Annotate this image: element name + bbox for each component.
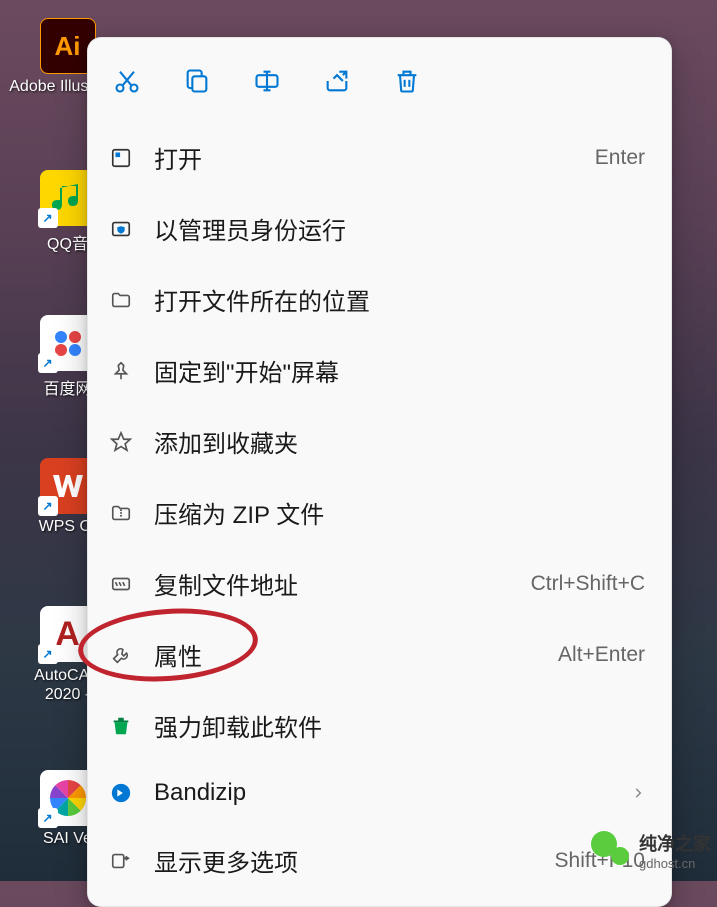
watermark-logo-icon bbox=[591, 831, 631, 871]
icon-label: QQ音 bbox=[47, 230, 88, 254]
chevron-right-icon bbox=[631, 786, 645, 800]
context-menu-toolbar bbox=[88, 48, 671, 122]
menu-item-more-options[interactable]: 显示更多选项 Shift+F10 bbox=[88, 825, 671, 896]
path-icon bbox=[108, 571, 134, 597]
menu-item-bandizip[interactable]: Bandizip bbox=[88, 761, 671, 825]
context-menu: 打开 Enter 以管理员身份运行 打开文件所在的位置 固定到"开始"屏幕 添加… bbox=[87, 37, 672, 907]
menu-shortcut: Alt+Enter bbox=[558, 643, 645, 667]
menu-label: 压缩为 ZIP 文件 bbox=[154, 495, 645, 530]
menu-item-run-admin[interactable]: 以管理员身份运行 bbox=[88, 193, 671, 264]
menu-label: 强力卸载此软件 bbox=[154, 708, 645, 743]
watermark-text: 纯净之家 bbox=[639, 830, 711, 856]
menu-item-open[interactable]: 打开 Enter bbox=[88, 122, 671, 193]
delete-button[interactable] bbox=[390, 64, 424, 98]
share-button[interactable] bbox=[320, 64, 354, 98]
menu-shortcut: Ctrl+Shift+C bbox=[531, 572, 645, 596]
rename-button[interactable] bbox=[250, 64, 284, 98]
menu-label: 添加到收藏夹 bbox=[154, 424, 645, 459]
folder-icon bbox=[108, 287, 134, 313]
icon-label: 百度网 bbox=[43, 375, 91, 399]
menu-item-copy-path[interactable]: 复制文件地址 Ctrl+Shift+C bbox=[88, 548, 671, 619]
menu-item-pin-start[interactable]: 固定到"开始"屏幕 bbox=[88, 335, 671, 406]
more-icon bbox=[108, 848, 134, 874]
menu-item-compress-zip[interactable]: 压缩为 ZIP 文件 bbox=[88, 477, 671, 548]
watermark-url: gdhost.cn bbox=[639, 856, 711, 871]
menu-shortcut: Enter bbox=[595, 146, 645, 170]
wrench-icon bbox=[108, 642, 134, 668]
menu-item-properties[interactable]: 属性 Alt+Enter bbox=[88, 619, 671, 690]
cut-button[interactable] bbox=[110, 64, 144, 98]
menu-label: 打开文件所在的位置 bbox=[154, 282, 645, 317]
pin-icon bbox=[108, 358, 134, 384]
app-icon bbox=[108, 145, 134, 171]
star-icon bbox=[108, 429, 134, 455]
menu-label: 显示更多选项 bbox=[154, 843, 535, 878]
menu-item-add-favorites[interactable]: 添加到收藏夹 bbox=[88, 406, 671, 477]
zip-icon bbox=[108, 500, 134, 526]
menu-label: 复制文件地址 bbox=[154, 566, 511, 601]
menu-item-open-location[interactable]: 打开文件所在的位置 bbox=[88, 264, 671, 335]
trash-green-icon bbox=[108, 713, 134, 739]
watermark: 纯净之家 gdhost.cn bbox=[591, 830, 711, 871]
menu-label: 以管理员身份运行 bbox=[154, 211, 645, 246]
icon-label: SAI Ve bbox=[43, 830, 92, 848]
menu-label: 属性 bbox=[154, 637, 538, 672]
copy-button[interactable] bbox=[180, 64, 214, 98]
menu-label: 固定到"开始"屏幕 bbox=[154, 353, 645, 388]
menu-label: 打开 bbox=[154, 140, 575, 175]
bandizip-icon bbox=[108, 780, 134, 806]
menu-label: Bandizip bbox=[154, 779, 611, 807]
shield-icon bbox=[108, 216, 134, 242]
menu-item-uninstall[interactable]: 强力卸载此软件 bbox=[88, 690, 671, 761]
